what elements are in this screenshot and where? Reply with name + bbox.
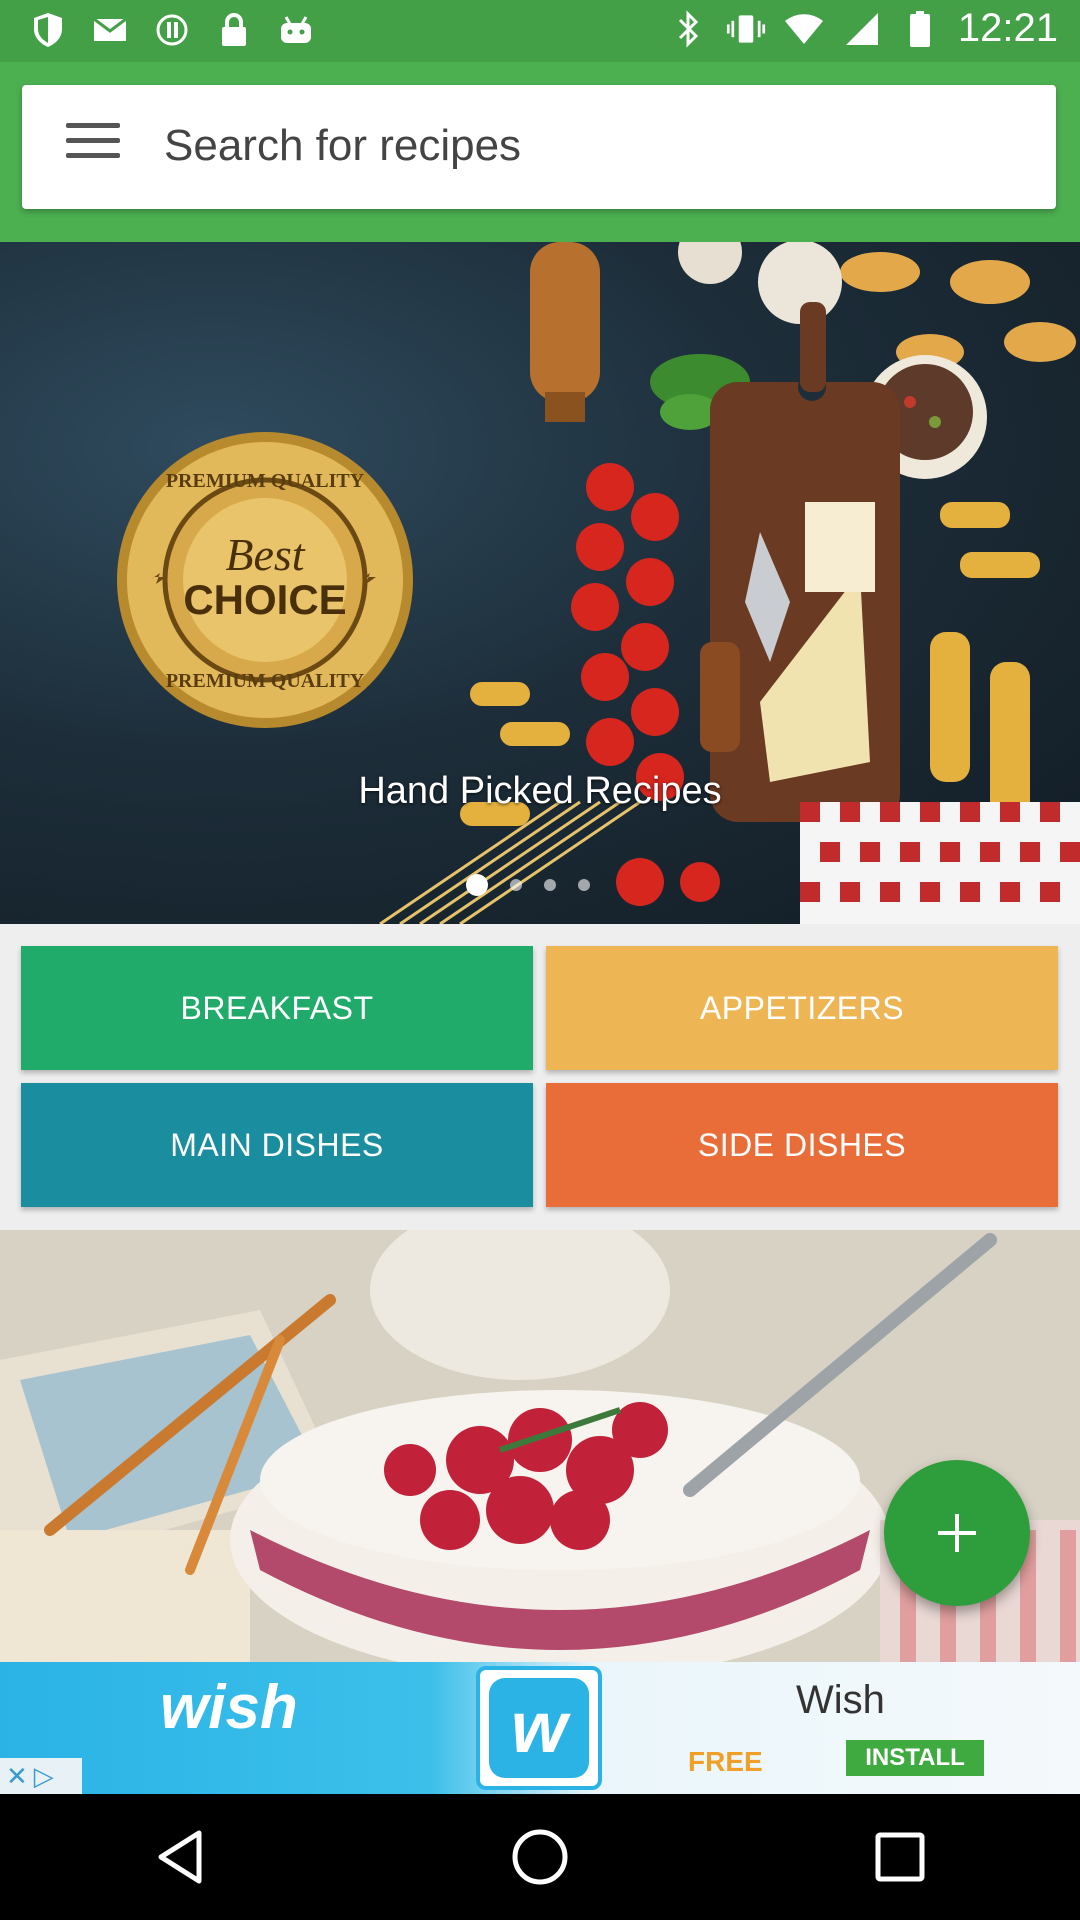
search-bar[interactable]: Search for recipes <box>22 85 1056 209</box>
ad-banner[interactable]: wish w Wish FREE INSTALL ✕ ▷ <box>0 1662 1080 1794</box>
main-dishes-button[interactable]: MAIN DISHES <box>21 1083 533 1207</box>
search-input[interactable]: Search for recipes <box>164 121 521 171</box>
app-header: Search for recipes <box>0 62 1080 242</box>
carousel-dot-active[interactable] <box>466 874 488 896</box>
hero-banner[interactable]: PREMIUM QUALITY Best CHOICE PREMIUM QUAL… <box>0 242 1080 924</box>
badge-text-best: Best <box>225 529 305 580</box>
side-dishes-button[interactable]: SIDE DISHES <box>546 1083 1058 1207</box>
close-icon[interactable]: ✕ <box>6 1761 28 1792</box>
ad-brand-logo: wish <box>160 1673 298 1742</box>
mail-icon <box>90 10 130 50</box>
featured-recipe-image[interactable] <box>0 1230 1080 1662</box>
system-navigation-bar <box>0 1794 1080 1920</box>
ad-free-label: FREE <box>688 1746 763 1777</box>
lock-icon <box>214 10 254 50</box>
badge-text-bottom: PREMIUM QUALITY <box>166 670 365 692</box>
appetizers-button[interactable]: APPETIZERS <box>546 946 1058 1070</box>
carousel-indicator <box>466 874 590 896</box>
ad-close-controls[interactable]: ✕ ▷ <box>0 1758 82 1794</box>
home-icon[interactable] <box>500 1817 580 1897</box>
wish-app-icon: w <box>476 1666 602 1790</box>
wifi-icon <box>784 9 824 49</box>
shield-icon <box>28 10 68 50</box>
ad-install-button[interactable]: INSTALL <box>846 1740 984 1776</box>
hero-caption: Hand Picked Recipes <box>358 770 722 812</box>
wish-logo-letter: w <box>489 1678 589 1778</box>
clock-time: 12:21 <box>957 6 1058 50</box>
badge-text-choice: CHOICE <box>183 576 346 623</box>
info-icon <box>152 10 192 50</box>
breakfast-bowl-image <box>0 1230 1080 1662</box>
signal-icon <box>842 9 882 49</box>
status-bar: 12:21 <box>0 0 1080 62</box>
carousel-dot[interactable] <box>578 879 590 891</box>
battery-icon <box>900 9 940 49</box>
add-fab-button[interactable] <box>884 1460 1030 1606</box>
back-icon[interactable] <box>140 1817 220 1897</box>
menu-icon[interactable] <box>66 123 122 171</box>
breakfast-button[interactable]: BREAKFAST <box>21 946 533 1070</box>
android-icon <box>276 10 316 50</box>
hero-image: PREMIUM QUALITY Best CHOICE PREMIUM QUAL… <box>117 242 1080 924</box>
adchoices-icon[interactable]: ▷ <box>34 1761 54 1792</box>
recents-icon[interactable] <box>860 1817 940 1897</box>
badge-text-top: PREMIUM QUALITY <box>166 470 365 492</box>
vibrate-icon <box>726 9 766 49</box>
carousel-dot[interactable] <box>510 879 522 891</box>
category-grid: BREAKFAST APPETIZERS MAIN DISHES SIDE DI… <box>0 924 1080 1230</box>
ad-title: Wish <box>796 1678 885 1722</box>
bluetooth-icon <box>668 9 708 49</box>
carousel-dot[interactable] <box>544 879 556 891</box>
